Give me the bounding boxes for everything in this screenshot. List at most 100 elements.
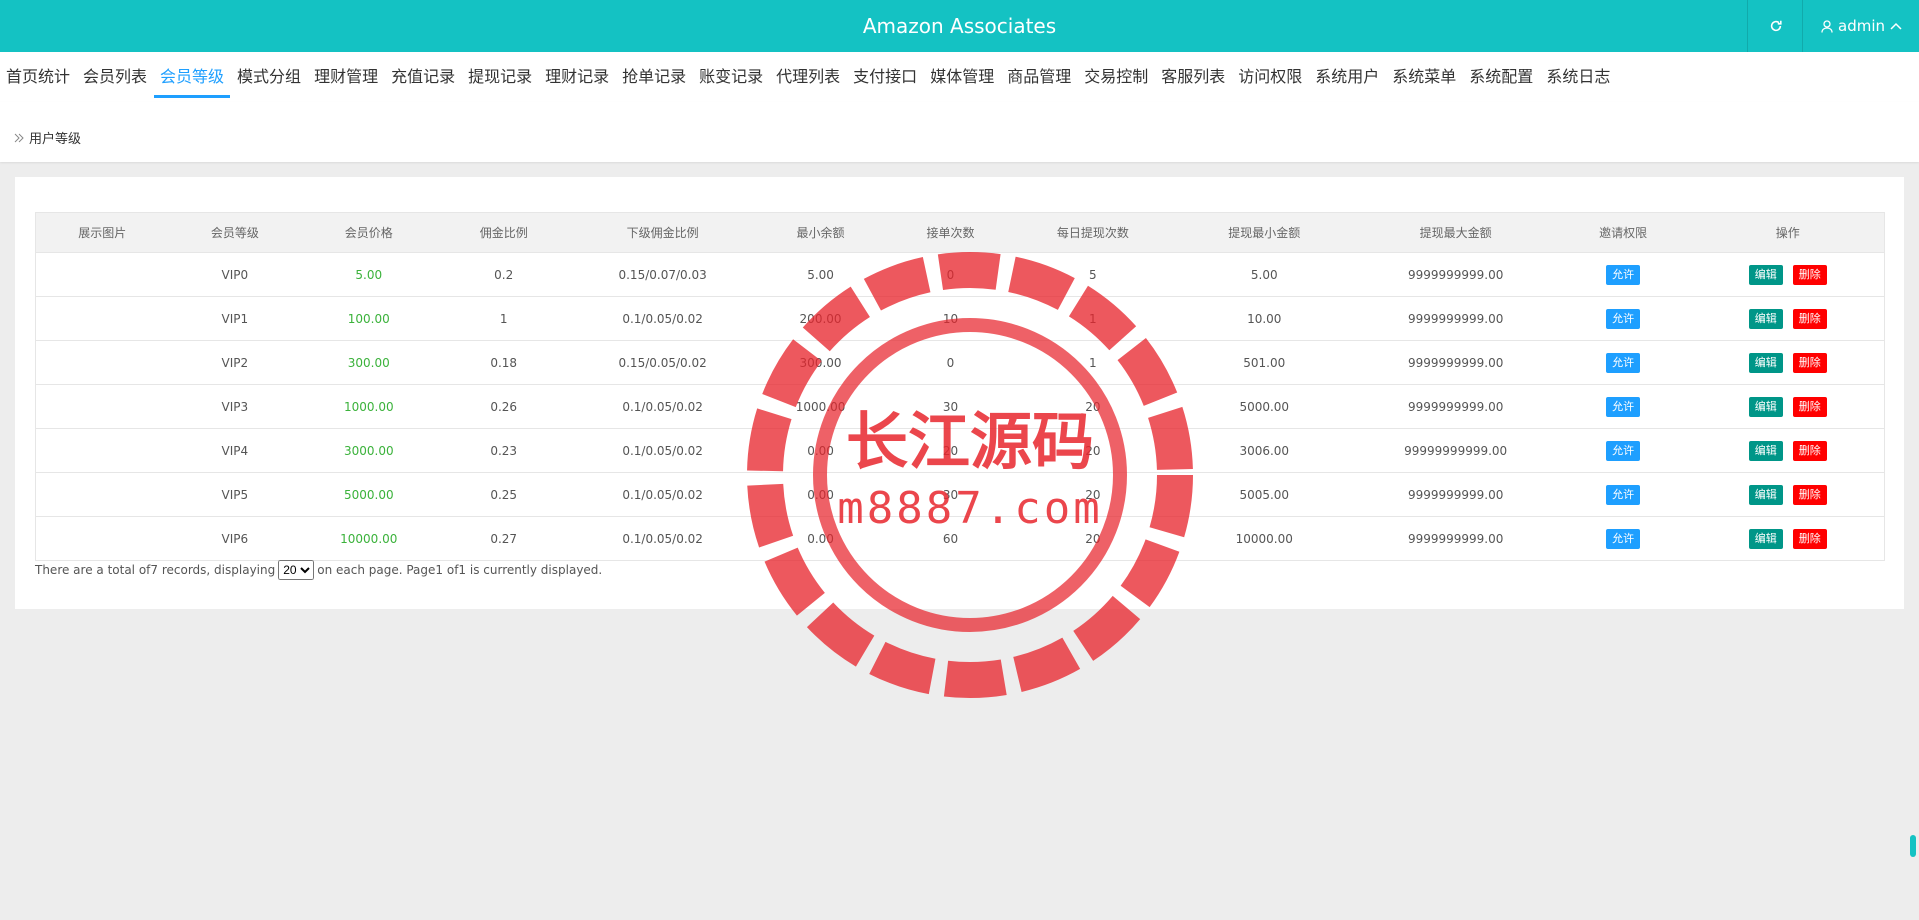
nav-item-11[interactable]: 支付接口	[847, 52, 923, 96]
cell-withdraw-max: 9999999999.00	[1356, 340, 1555, 385]
edit-button[interactable]: 编辑	[1748, 484, 1783, 505]
allow-button[interactable]: 允许	[1606, 352, 1641, 373]
invite-cell: 允许	[1554, 472, 1692, 517]
cell-withdraw-min: 3006.00	[1171, 428, 1357, 473]
edit-button[interactable]: 编辑	[1748, 352, 1783, 373]
cell-sub-commission: 0.1/0.05/0.02	[571, 428, 755, 473]
page-size-select[interactable]: 20	[278, 560, 315, 580]
delete-button[interactable]: 删除	[1792, 352, 1827, 373]
edit-button[interactable]: 编辑	[1748, 308, 1783, 329]
nav-item-7[interactable]: 理财记录	[539, 52, 615, 96]
nav-item-13[interactable]: 商品管理	[1001, 52, 1077, 96]
allow-button[interactable]: 允许	[1606, 484, 1641, 505]
allow-button[interactable]: 允许	[1606, 440, 1641, 461]
table-row: VIP5 5000.00 0.25 0.1/0.05/0.02 0.00 30 20 5005…	[35, 472, 1885, 517]
cell-orders: 0	[887, 252, 1014, 297]
nav-item-18[interactable]: 系统菜单	[1386, 52, 1462, 96]
cell-orders: 60	[887, 516, 1014, 561]
cell-orders: 20	[887, 428, 1014, 473]
pager-prefix: There are a total of7 records, displayin…	[35, 563, 276, 577]
allow-button[interactable]: 允许	[1606, 264, 1641, 285]
actions-cell: 编辑 删除	[1691, 384, 1885, 429]
display-image-cell	[35, 516, 169, 561]
display-image-cell	[35, 472, 169, 517]
nav-item-14[interactable]: 交易控制	[1078, 52, 1154, 96]
nav-item-3[interactable]: 模式分组	[231, 52, 307, 96]
cell-price: 3000.00	[301, 428, 437, 473]
cell-min-balance: 0.00	[754, 472, 888, 517]
nav-item-16[interactable]: 访问权限	[1232, 52, 1308, 96]
edit-button[interactable]: 编辑	[1748, 440, 1783, 461]
delete-button[interactable]: 删除	[1792, 484, 1827, 505]
cell-commission: 0.27	[436, 516, 572, 561]
nav-item-20[interactable]: 系统日志	[1540, 52, 1616, 96]
cell-min-balance: 0.00	[754, 428, 888, 473]
cell-level: VIP5	[168, 472, 302, 517]
nav-item-17[interactable]: 系统用户	[1309, 52, 1385, 96]
nav-item-8[interactable]: 抢单记录	[616, 52, 692, 96]
nav-item-19[interactable]: 系统配置	[1463, 52, 1539, 96]
cell-min-balance: 300.00	[754, 340, 888, 385]
cell-price: 300.00	[301, 340, 437, 385]
nav-item-10[interactable]: 代理列表	[770, 52, 846, 96]
cell-withdraw-max: 9999999999.00	[1356, 296, 1555, 341]
nav-item-2[interactable]: 会员等级	[154, 52, 231, 98]
delete-button[interactable]: 删除	[1792, 528, 1827, 549]
nav-item-15[interactable]: 客服列表	[1155, 52, 1231, 96]
cell-daily-withdraw: 20	[1013, 384, 1172, 429]
display-image-cell	[35, 296, 169, 341]
cell-level: VIP0	[168, 252, 302, 297]
allow-button[interactable]: 允许	[1606, 308, 1641, 329]
nav-item-4[interactable]: 理财管理	[308, 52, 384, 96]
nav-item-0[interactable]: 首页统计	[0, 52, 76, 96]
cell-level: VIP4	[168, 428, 302, 473]
table-row: VIP4 3000.00 0.23 0.1/0.05/0.02 0.00 20 20 3006…	[35, 428, 1885, 473]
allow-button[interactable]: 允许	[1606, 396, 1641, 417]
edit-button[interactable]: 编辑	[1748, 528, 1783, 549]
nav-item-1[interactable]: 会员列表	[77, 52, 153, 96]
edit-button[interactable]: 编辑	[1748, 396, 1783, 417]
display-image-cell	[35, 428, 169, 473]
delete-button[interactable]: 删除	[1792, 308, 1827, 329]
cell-price: 5000.00	[301, 472, 437, 517]
edit-button[interactable]: 编辑	[1748, 264, 1783, 285]
allow-button[interactable]: 允许	[1606, 528, 1641, 549]
column-header: 佣金比例	[436, 212, 572, 253]
delete-button[interactable]: 删除	[1792, 440, 1827, 461]
nav-item-12[interactable]: 媒体管理	[924, 52, 1000, 96]
cell-daily-withdraw: 20	[1013, 428, 1172, 473]
nav-item-5[interactable]: 充值记录	[385, 52, 461, 96]
delete-button[interactable]: 删除	[1792, 264, 1827, 285]
double-chevron-right-icon	[14, 133, 24, 142]
column-header: 展示图片	[35, 212, 169, 253]
cell-daily-withdraw: 1	[1013, 340, 1172, 385]
cell-withdraw-min: 10000.00	[1171, 516, 1357, 561]
cell-min-balance: 1000.00	[754, 384, 888, 429]
actions-cell: 编辑 删除	[1691, 472, 1885, 517]
table-row: VIP2 300.00 0.18 0.15/0.05/0.02 300.00 0 1 501.…	[35, 340, 1885, 385]
cell-withdraw-max: 9999999999.00	[1356, 384, 1555, 429]
cell-daily-withdraw: 5	[1013, 252, 1172, 297]
cell-withdraw-max: 99999999999.00	[1356, 428, 1555, 473]
delete-button[interactable]: 删除	[1792, 396, 1827, 417]
cell-withdraw-min: 501.00	[1171, 340, 1357, 385]
cell-commission: 0.18	[436, 340, 572, 385]
user-menu-button[interactable]: admin	[1802, 0, 1919, 52]
nav-item-9[interactable]: 账变记录	[693, 52, 769, 96]
cell-min-balance: 200.00	[754, 296, 888, 341]
cell-sub-commission: 0.15/0.05/0.02	[571, 340, 755, 385]
table-header-row: 展示图片 会员等级 会员价格 佣金比例 下级佣金比例 最小余额 接单次数 每日提现次数 提现最小…	[35, 212, 1885, 253]
cell-withdraw-max: 9999999999.00	[1356, 516, 1555, 561]
cell-withdraw-min: 5.00	[1171, 252, 1357, 297]
nav-item-6[interactable]: 提现记录	[462, 52, 538, 96]
column-header: 最小余额	[754, 212, 888, 253]
refresh-button[interactable]	[1747, 0, 1803, 52]
column-header: 提现最小金额	[1171, 212, 1357, 253]
invite-cell: 允许	[1554, 384, 1692, 429]
column-header: 会员等级	[168, 212, 302, 253]
scrollbar-thumb[interactable]	[1910, 835, 1916, 857]
cell-sub-commission: 0.1/0.05/0.02	[571, 384, 755, 429]
cell-commission: 0.25	[436, 472, 572, 517]
cell-commission: 0.26	[436, 384, 572, 429]
breadcrumb-label: 用户等级	[29, 132, 82, 147]
